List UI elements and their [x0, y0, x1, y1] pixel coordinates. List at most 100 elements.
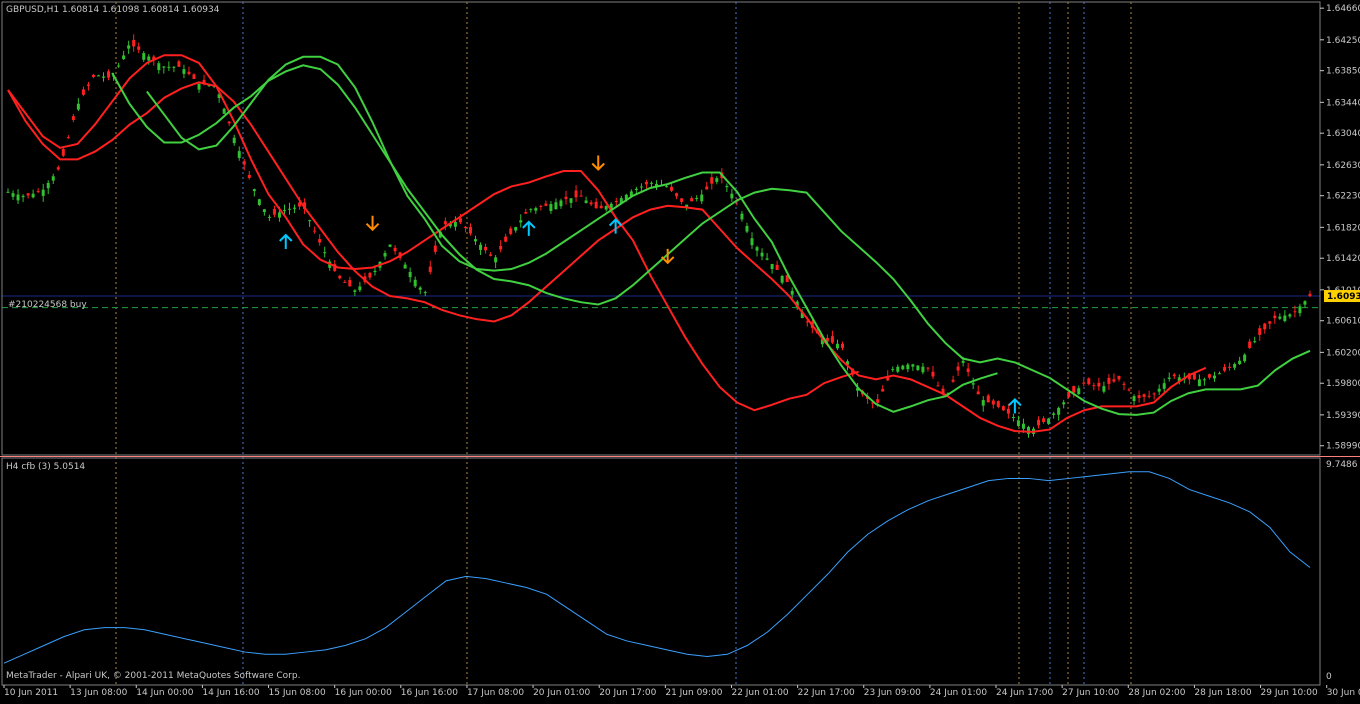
candle-body — [91, 74, 95, 77]
candle-body — [46, 182, 50, 189]
candle-body — [544, 203, 548, 206]
candle-body — [986, 395, 990, 403]
candle-body — [594, 201, 598, 209]
time-tick-label: 16 Jun 00:00 — [335, 688, 392, 698]
candle-body — [494, 257, 498, 263]
candle-body — [1047, 418, 1051, 424]
candle-body — [599, 205, 603, 209]
candle-body — [1212, 375, 1216, 379]
candle-body — [1167, 377, 1171, 379]
price-pane-frame — [1, 1, 1321, 456]
candle-body — [750, 238, 754, 246]
candle-body — [1278, 316, 1282, 319]
candle-body — [1298, 306, 1302, 314]
candle-body — [1223, 367, 1227, 371]
candle-body — [956, 366, 960, 371]
candle-body — [634, 188, 638, 190]
candle-body — [1001, 406, 1005, 411]
candle-body — [1303, 301, 1307, 305]
candle-body — [574, 190, 578, 198]
price-tick-label: 1.61420 — [1326, 254, 1360, 264]
candle-body — [991, 400, 995, 405]
candle-body — [1107, 377, 1111, 384]
candle-body — [267, 216, 271, 218]
candle-body — [770, 263, 774, 270]
time-tick-label: 29 Jun 10:00 — [1261, 688, 1318, 698]
candle-body — [710, 177, 714, 184]
candle-body — [911, 364, 915, 367]
candle-body — [11, 193, 15, 197]
time-tick-label: 24 Jun 17:00 — [996, 688, 1053, 698]
candle-body — [1072, 386, 1076, 393]
candle-body — [840, 343, 844, 348]
candle-body — [504, 236, 508, 242]
candle-body — [1127, 389, 1131, 391]
candle-body — [388, 244, 392, 247]
candle-body — [348, 279, 352, 287]
candle-body — [680, 198, 684, 202]
time-tick-label: 20 Jun 01:00 — [533, 688, 590, 698]
candle-body — [81, 89, 85, 95]
candle-body — [921, 366, 925, 373]
candle-body — [197, 83, 201, 90]
candle-body — [1202, 379, 1206, 381]
price-tick-label: 1.59800 — [1326, 379, 1360, 389]
candle-body — [61, 148, 65, 156]
candle-body — [368, 272, 372, 278]
candle-body — [775, 264, 779, 270]
candle-body — [373, 270, 377, 273]
candle-body — [589, 202, 593, 205]
candle-body — [418, 287, 422, 290]
candle-body — [479, 244, 483, 250]
time-tick-label: 23 Jun 09:00 — [864, 688, 921, 698]
candle-body — [474, 239, 478, 242]
candle-body — [1263, 323, 1267, 330]
down-arrow-stroke — [365, 215, 380, 232]
candle-body — [881, 388, 885, 392]
chart-canvas[interactable]: 1.64660 1.64250 1.63850 1.63440 1.63040 1.626… — [0, 0, 1360, 700]
red-band-line — [7, 81, 1207, 433]
candle-body — [428, 266, 432, 272]
indicator-axis-label: 9.7486 — [1326, 460, 1358, 470]
candle-body — [730, 193, 734, 199]
candle-body — [177, 61, 181, 67]
candle-body — [705, 186, 709, 190]
candle-body — [1207, 374, 1211, 378]
candle-body — [288, 208, 292, 210]
up-arrow-icon — [522, 220, 536, 236]
candle-body — [830, 336, 834, 343]
candle-body — [604, 206, 608, 210]
current-price-tag: 1.60934 — [1327, 292, 1360, 302]
candle-body — [137, 46, 141, 50]
candle-body — [670, 186, 674, 191]
candle-body — [835, 343, 839, 349]
time-tick-label: 30 Jun 02:00 — [1327, 688, 1360, 698]
candle-body — [51, 176, 55, 181]
candle-body — [1016, 420, 1020, 426]
candle-body — [227, 121, 231, 124]
candle-body — [675, 193, 679, 197]
candle-body — [1137, 395, 1141, 399]
candle-body — [976, 391, 980, 395]
candle-body — [514, 227, 518, 231]
candle-body — [71, 116, 75, 120]
candle-body — [187, 71, 191, 75]
candle-body — [157, 63, 161, 71]
candle-body — [519, 220, 523, 223]
green-band-line — [146, 55, 998, 413]
price-tick-label: 1.58990 — [1326, 442, 1360, 452]
candle-body — [383, 253, 387, 257]
price-tick-label: 1.59390 — [1326, 411, 1360, 421]
candle-body — [1122, 383, 1126, 385]
candle-body — [484, 246, 488, 251]
candle-body — [614, 200, 618, 202]
candle-body — [1218, 373, 1222, 375]
candle-body — [961, 360, 965, 363]
candle-body — [1258, 328, 1262, 335]
price-tick-label: 1.62630 — [1326, 161, 1360, 171]
candle-body — [564, 196, 568, 200]
candle-body — [468, 227, 472, 234]
mt4-chart-window[interactable]: 1.64660 1.64250 1.63850 1.63440 1.63040 1.626… — [0, 0, 1360, 700]
candle-body — [6, 191, 10, 193]
candle-body — [760, 252, 764, 257]
